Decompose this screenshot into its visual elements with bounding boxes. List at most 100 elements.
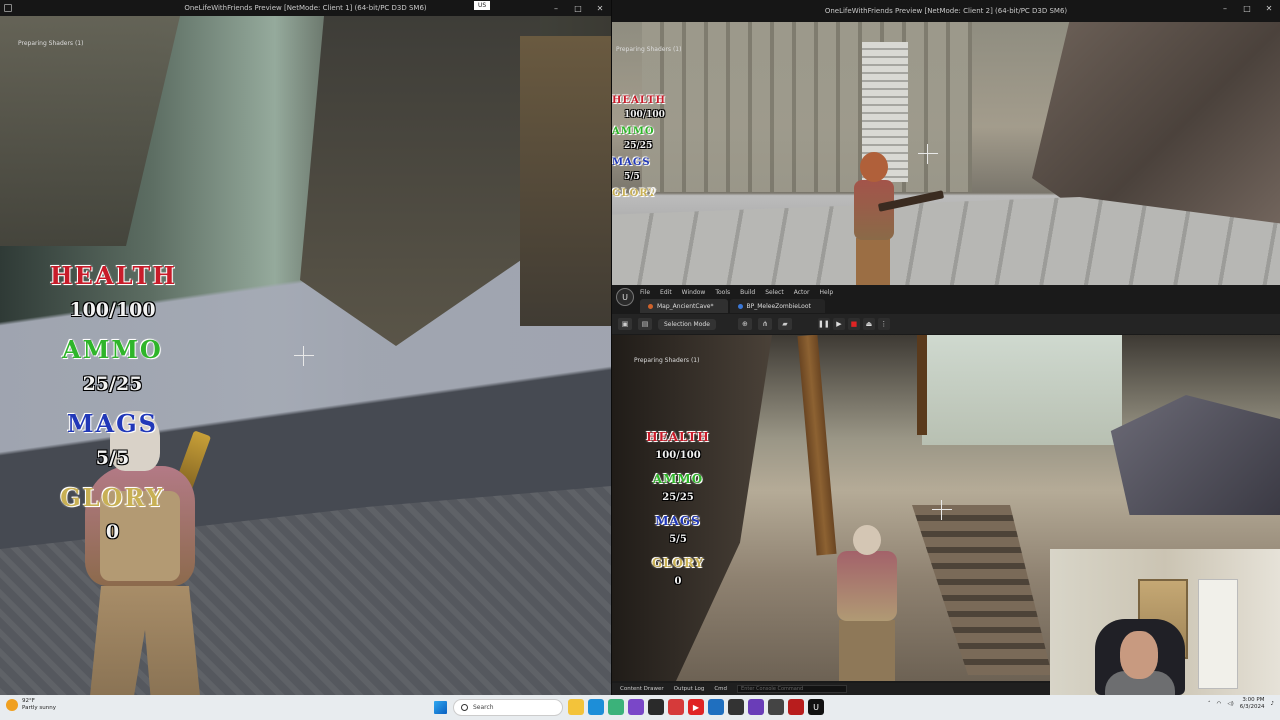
health-label: HEALTH	[612, 95, 666, 106]
mags-label: MAGS	[66, 409, 158, 438]
keyboard-indicator[interactable]: US	[474, 1, 491, 10]
client1-window: OneLifeWithFriends Preview [NetMode: Cli…	[0, 0, 611, 695]
client2-title: OneLifeWithFriends Preview [NetMode: Cli…	[824, 7, 1068, 15]
crosshair-icon	[932, 500, 952, 520]
github-icon[interactable]	[648, 699, 664, 715]
wifi-icon[interactable]: ◠	[1217, 701, 1222, 707]
health-label: HEALTH	[646, 430, 710, 444]
menu-build[interactable]: Build	[740, 289, 755, 296]
maximize-icon[interactable]: □	[567, 0, 589, 16]
app-icon[interactable]	[748, 699, 764, 715]
player-character	[848, 152, 945, 285]
ammo-label: AMMO	[612, 126, 655, 137]
health-value: 100/100	[655, 450, 701, 461]
maximize-icon[interactable]: □	[1236, 0, 1258, 16]
health-value: 100/100	[69, 299, 156, 321]
weather-widget[interactable]: 92°F Partly sunny	[6, 698, 56, 712]
ammo-label: AMMO	[62, 335, 163, 364]
menu-window[interactable]: Window	[682, 289, 706, 296]
main-toolbar: ▣ ▤ Selection Mode ⊕ ⋔ ▰ ❚❚ ▶ ■ ⏏ ⋮	[612, 314, 1280, 334]
volume-icon[interactable]: ◁)	[1227, 701, 1233, 707]
weather-desc: Partly sunny	[22, 705, 56, 711]
hud-stats: HEALTH 100/100 AMMO 25/25 MAGS 5/5 GLORY…	[50, 261, 175, 557]
ammo-value: 25/25	[662, 492, 694, 503]
system-tray: ˄ ◠ ◁) 3:00 PM 6/3/2024 ♪	[1208, 697, 1274, 711]
client2-titlebar[interactable]: OneLifeWithFriends Preview [NetMode: Cli…	[612, 0, 1280, 22]
blueprint-icon	[737, 303, 743, 309]
streamer-face	[1120, 631, 1158, 679]
menu-bar: File Edit Window Tools Build Select Acto…	[612, 285, 1280, 299]
mags-label: MAGS	[612, 157, 651, 168]
client2-game-view[interactable]: Preparing Shaders (1) HEALTH 100/100 AMM…	[612, 22, 1280, 285]
windows-start-icon[interactable]	[434, 701, 447, 714]
minimize-icon[interactable]: –	[545, 0, 567, 16]
mags-value: 5/5	[95, 447, 130, 469]
content-browser-icon[interactable]: ▤	[638, 318, 652, 330]
ammo-value: 25/25	[82, 373, 143, 395]
stop-icon[interactable]: ■	[847, 318, 860, 330]
menu-edit[interactable]: Edit	[660, 289, 672, 296]
cmd-dropdown[interactable]: Cmd	[714, 686, 727, 692]
menu-tools[interactable]: Tools	[715, 289, 730, 296]
date: 6/3/2024	[1239, 704, 1265, 710]
crosshair-icon	[918, 144, 938, 164]
glory-value: 0	[650, 187, 657, 197]
content-drawer-button[interactable]: Content Drawer	[620, 686, 664, 692]
client1-titlebar[interactable]: OneLifeWithFriends Preview [NetMode: Cli…	[0, 0, 611, 16]
app-icon[interactable]	[708, 699, 724, 715]
app-icon[interactable]	[788, 699, 804, 715]
menu-actor[interactable]: Actor	[794, 289, 810, 296]
save-icon[interactable]: ▣	[618, 318, 632, 330]
client1-game-view[interactable]: Preparing Shaders (1) HEALTH 100/100 AMM…	[0, 16, 611, 695]
menu-select[interactable]: Select	[765, 289, 784, 296]
shader-status: Preparing Shaders (1)	[616, 46, 682, 53]
close-icon[interactable]: ✕	[1258, 0, 1280, 16]
document-tabs: Map_AncientCave* BP_MeleeZombieLoot	[640, 299, 825, 313]
youtube-icon[interactable]: ▶	[688, 699, 704, 715]
minimize-icon[interactable]: –	[1214, 0, 1236, 16]
eject-icon[interactable]: ⏏	[862, 318, 875, 330]
edge-icon[interactable]	[588, 699, 604, 715]
health-value: 100/100	[624, 110, 665, 120]
app-icon[interactable]	[628, 699, 644, 715]
shader-status: Preparing Shaders (1)	[634, 357, 700, 364]
pause-icon[interactable]: ❚❚	[817, 318, 830, 330]
tab-map[interactable]: Map_AncientCave*	[640, 299, 728, 313]
output-log-button[interactable]: Output Log	[674, 686, 705, 692]
client2-window: OneLifeWithFriends Preview [NetMode: Cli…	[612, 0, 1280, 285]
health-label: HEALTH	[50, 261, 178, 290]
glory-label: GLORY	[651, 556, 705, 570]
crosshair-icon	[294, 346, 314, 366]
weather-icon	[6, 699, 18, 711]
tab-blueprint[interactable]: BP_MeleeZombieLoot	[729, 299, 825, 313]
close-icon[interactable]: ✕	[589, 0, 611, 16]
time: 3:00 PM	[1242, 697, 1265, 703]
skip-icon[interactable]: ▶	[832, 318, 845, 330]
level-icon	[648, 303, 653, 309]
taskbar-search[interactable]: Search	[453, 699, 563, 716]
search-placeholder: Search	[473, 704, 494, 711]
file-explorer-icon[interactable]	[568, 699, 584, 715]
app-icon[interactable]	[768, 699, 784, 715]
tab-map-label: Map_AncientCave*	[657, 302, 714, 310]
selection-mode-dropdown[interactable]: Selection Mode	[658, 318, 716, 330]
cinematics-icon[interactable]: ▰	[777, 318, 792, 330]
clock[interactable]: 3:00 PM 6/3/2024	[1240, 697, 1265, 711]
chevron-up-icon[interactable]: ˄	[1208, 701, 1211, 707]
ammo-value: 25/25	[624, 141, 653, 151]
app-icon[interactable]	[668, 699, 684, 715]
app-icon[interactable]	[728, 699, 744, 715]
weather-temp: 92°F	[22, 698, 35, 704]
mags-value: 5/5	[624, 172, 640, 182]
notification-bell-icon[interactable]: ♪	[1270, 701, 1274, 707]
menu-help[interactable]: Help	[820, 289, 834, 296]
blueprint-menu-icon[interactable]: ⋔	[757, 318, 772, 330]
glory-value: 0	[105, 521, 120, 543]
chrome-icon[interactable]	[608, 699, 624, 715]
console-input[interactable]: Enter Console Command	[737, 685, 848, 693]
app-icon	[4, 4, 12, 12]
unreal-taskbar-icon[interactable]: U	[808, 699, 824, 715]
add-actor-icon[interactable]: ⊕	[737, 318, 752, 330]
menu-file[interactable]: File	[640, 289, 650, 296]
more-options-icon[interactable]: ⋮	[877, 318, 890, 330]
